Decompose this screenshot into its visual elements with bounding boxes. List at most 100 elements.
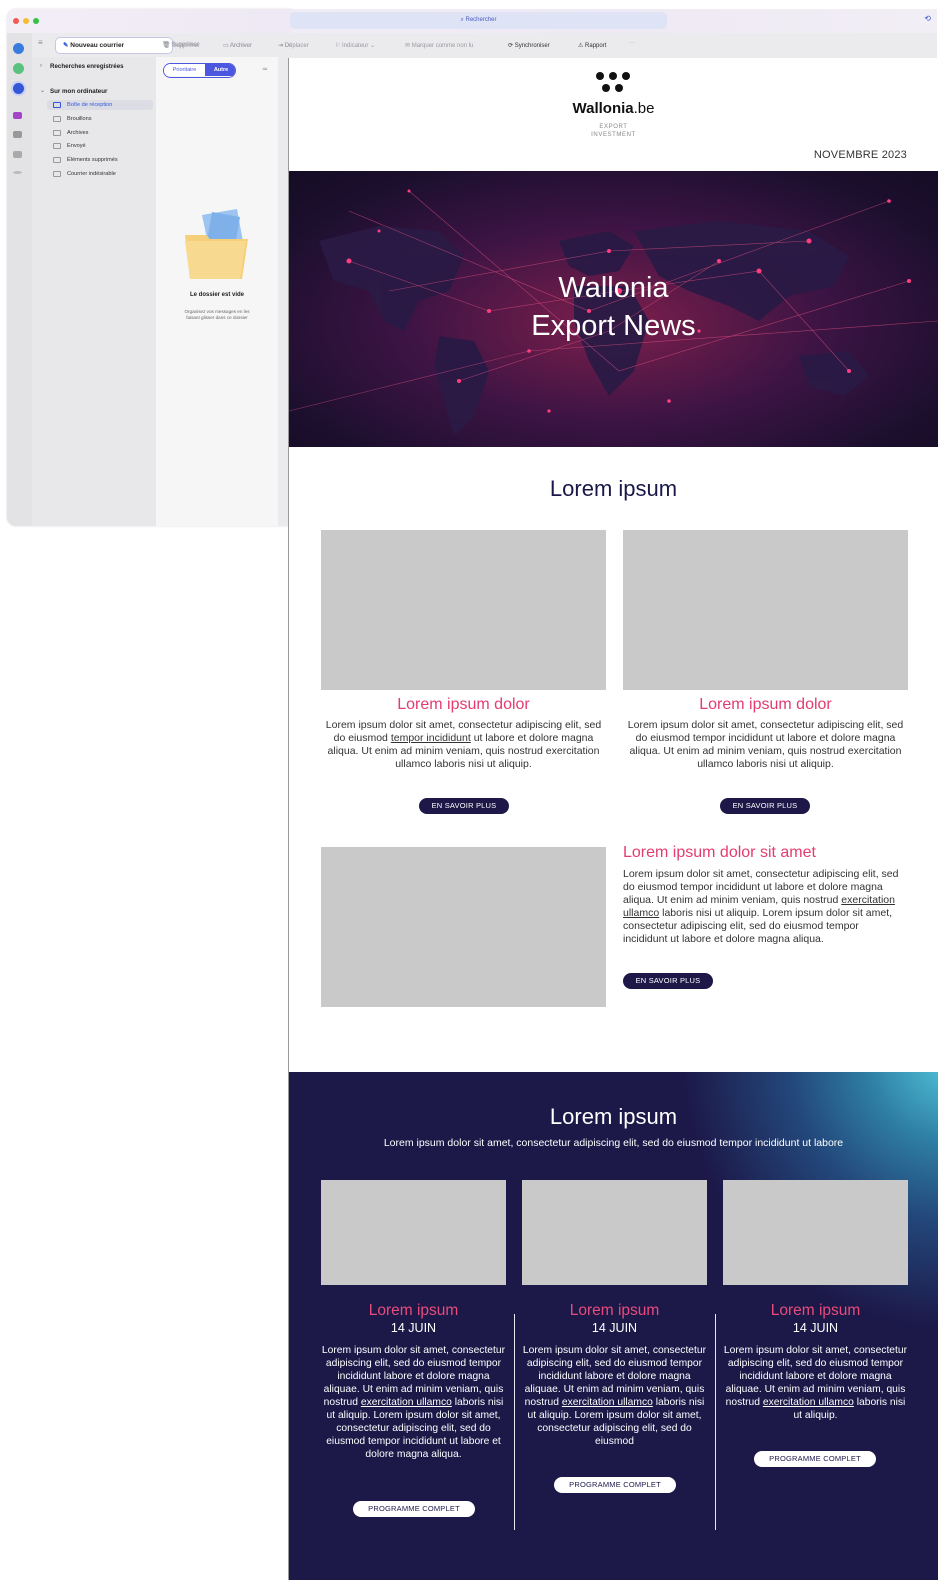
card-inline-link[interactable]: tempor incididunt <box>391 732 471 744</box>
trash-icon <box>53 156 61 163</box>
search-field[interactable]: ⌕ Rechercher <box>290 12 667 29</box>
toolbar-background <box>292 33 937 58</box>
card-text: Lorem ipsum dolor sit amet, consectetur … <box>321 719 606 771</box>
inbox-icon <box>53 101 61 108</box>
archive-label: Archiver <box>230 43 253 49</box>
event-image <box>723 1180 908 1285</box>
card-image <box>623 530 908 690</box>
event-text: Lorem ipsum dolor sit amet, consectetur … <box>723 1344 908 1422</box>
chevron-down-icon[interactable]: ⌄ <box>40 87 45 94</box>
full-program-button[interactable]: PROGRAMME COMPLET <box>754 1451 876 1467</box>
title-bar: ⌕ Rechercher <box>7 9 292 33</box>
event-date: 14 JUIN <box>390 1321 437 1335</box>
learn-more-button[interactable]: EN SAVOIR PLUS <box>623 973 713 989</box>
sent-icon <box>53 142 61 149</box>
brand-rest: .be <box>633 100 655 117</box>
event-image <box>321 1180 506 1285</box>
tab-other[interactable]: Autre <box>205 64 235 76</box>
folder-label: Archives <box>67 130 89 136</box>
event-title: Lorem ipsum <box>770 1302 861 1319</box>
drafts-icon <box>53 115 61 122</box>
learn-more-button[interactable]: EN SAVOIR PLUS <box>720 798 810 814</box>
hamburger-icon[interactable]: ≡ <box>38 38 43 47</box>
folder-item-inbox[interactable]: Boîte de réception <box>47 100 153 110</box>
on-my-computer-header[interactable]: Sur mon ordinateur <box>50 88 107 95</box>
saved-searches-header[interactable]: Recherches enregistrées <box>50 63 124 70</box>
mail-app-icon[interactable] <box>13 43 24 54</box>
notes-icon[interactable] <box>13 131 22 138</box>
email-body: Wallonia.be EXPORT INVESTMENT NOVEMBRE 2… <box>288 58 938 1580</box>
events-section: Lorem ipsum Lorem ipsum dolor sit amet, … <box>289 1072 938 1580</box>
empty-folder-title: Le dossier est vide <box>189 292 245 298</box>
wallonia-logo-icon <box>596 72 630 94</box>
apps-icon[interactable] <box>13 112 22 119</box>
contacts-icon[interactable] <box>13 151 22 158</box>
zoom-window-button[interactable] <box>33 18 39 24</box>
card-title: Lorem ipsum dolor <box>397 696 530 713</box>
folder-item-archives[interactable]: Archives <box>53 128 88 138</box>
search-field-placeholder: Rechercher <box>465 17 497 23</box>
delete-button[interactable]: 🗑 Supprimer <box>162 41 199 48</box>
archive-icon <box>53 129 61 136</box>
mail-window: ⌕ Rechercher ≡ ✎ Nouveau courrier 🗑 Supp… <box>7 9 292 526</box>
brand-sub-export: EXPORT <box>599 124 628 130</box>
event-inline-link[interactable]: exercitation ullamco <box>763 1397 854 1408</box>
new-mail-label: Nouveau courrier <box>70 42 125 49</box>
feature-text-part: laboris nisi ut aliquip. Lorem ipsum dol… <box>623 907 893 945</box>
brand-sub-investment: INVESTMENT <box>591 132 636 138</box>
feature-text: Lorem ipsum dolor sit amet, consectetur … <box>623 868 903 946</box>
new-mail-button[interactable]: ✎ Nouveau courrier <box>55 37 173 54</box>
brand-name: Wallonia.be <box>289 100 938 117</box>
folder-item-drafts[interactable]: Brouillons <box>53 114 92 124</box>
filter-icon[interactable]: ≂ <box>262 65 268 73</box>
calendar-app-icon[interactable] <box>13 63 24 74</box>
folder-item-deleted[interactable]: Éléments supprimés <box>53 155 118 165</box>
hero-title-line1: Wallonia <box>558 272 669 304</box>
folder-label: Brouillons <box>67 116 92 122</box>
learn-more-button[interactable]: EN SAVOIR PLUS <box>419 798 509 814</box>
folder-label: Courrier indésirable <box>67 171 116 177</box>
card-text: Lorem ipsum dolor sit amet, consectetur … <box>627 719 904 770</box>
delete-label: Supprimer <box>171 42 199 48</box>
feature-title: Lorem ipsum dolor sit amet <box>623 844 816 861</box>
event-date: 14 JUIN <box>591 1321 638 1335</box>
empty-folder-icon <box>185 209 248 279</box>
hero-title-line2: Export News <box>531 310 696 342</box>
event-image <box>522 1180 707 1285</box>
events-title: Lorem ipsum <box>549 1104 678 1129</box>
event-date: 14 JUIN <box>792 1321 839 1335</box>
brand-bold: Wallonia <box>572 100 634 117</box>
hero-title: Wallonia Export News <box>289 269 938 345</box>
column-divider <box>514 1314 515 1530</box>
close-window-button[interactable] <box>13 18 19 24</box>
archive-button[interactable]: ▭ Archiver <box>223 42 252 49</box>
empty-folder-subtitle: Organisez vos messages en les faisant gl… <box>184 309 250 320</box>
tab-focused[interactable]: Prioritaire <box>164 64 205 76</box>
full-program-button[interactable]: PROGRAMME COMPLET <box>554 1477 676 1493</box>
event-inline-link[interactable]: exercitation ullamco <box>361 1397 452 1408</box>
event-inline-link[interactable]: exercitation ullamco <box>562 1397 653 1408</box>
folder-item-sent[interactable]: Envoyé <box>53 141 86 151</box>
column-divider <box>715 1314 716 1530</box>
events-subtitle: Lorem ipsum dolor sit amet, consectetur … <box>383 1137 844 1149</box>
event-text: Lorem ipsum dolor sit amet, consectetur … <box>522 1344 707 1448</box>
folder-pane: › Recherches enregistrées ⌄ Sur mon ordi… <box>32 57 156 526</box>
folder-label: Boîte de réception <box>67 102 113 108</box>
people-app-icon[interactable] <box>13 83 24 94</box>
notifications-icon[interactable]: ⟲ <box>924 14 931 23</box>
full-program-button[interactable]: PROGRAMME COMPLET <box>353 1501 475 1517</box>
message-list: Prioritaire Autre ≂ Le dossier est vide … <box>156 57 278 526</box>
event-title: Lorem ipsum <box>368 1302 459 1319</box>
focused-other-toggle[interactable]: Prioritaire Autre <box>163 63 236 78</box>
event-text: Lorem ipsum dolor sit amet, consectetur … <box>321 1344 506 1461</box>
title-bar-extension: ⌕ Rechercher ⟲ <box>290 9 937 33</box>
section-title: Lorem ipsum <box>549 476 678 501</box>
feature-image <box>321 847 606 1007</box>
more-apps-icon[interactable] <box>13 171 22 174</box>
folder-item-junk[interactable]: Courrier indésirable <box>53 169 116 179</box>
minimize-window-button[interactable] <box>23 18 29 24</box>
chevron-right-icon[interactable]: › <box>40 63 42 69</box>
event-title: Lorem ipsum <box>569 1302 660 1319</box>
folder-label: Envoyé <box>67 143 86 149</box>
issue-date: NOVEMBRE 2023 <box>813 149 907 161</box>
